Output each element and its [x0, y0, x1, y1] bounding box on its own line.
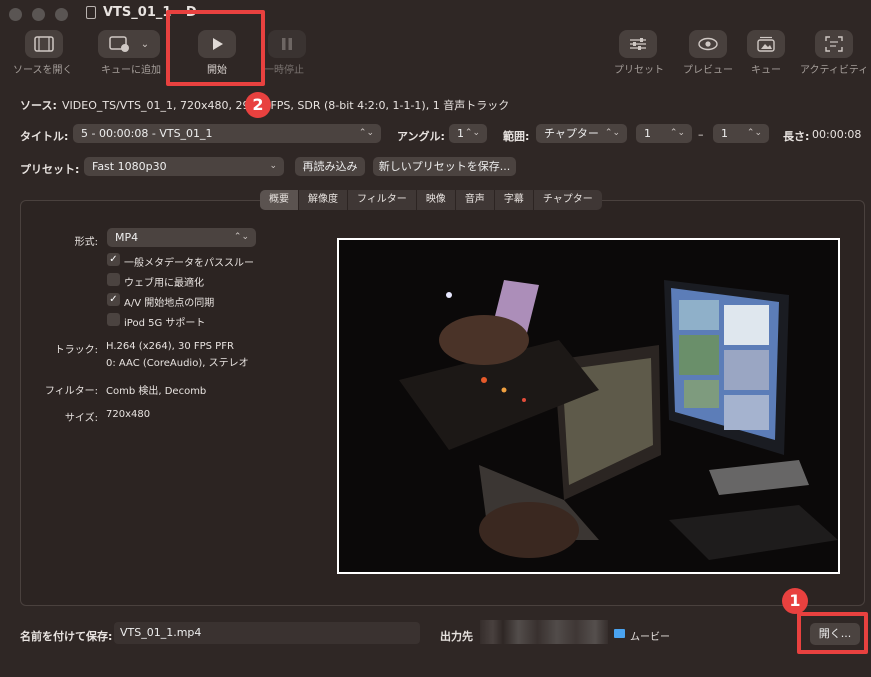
format-label: 形式: — [74, 237, 98, 248]
highlight-start-button — [166, 10, 265, 86]
range-dash: – — [698, 128, 704, 141]
queue-label: キュー — [751, 65, 781, 76]
tab-chapters[interactable]: チャプター — [534, 190, 602, 210]
document-icon — [86, 6, 96, 19]
preset-label: プリセット: — [20, 163, 80, 176]
queue-icon — [757, 36, 775, 52]
film-icon — [34, 36, 54, 52]
activity-button[interactable] — [815, 30, 853, 58]
updown-chevron-icon: ⌃⌄ — [358, 128, 374, 138]
passthru-metadata-checkbox[interactable]: ✓ — [107, 253, 120, 266]
title-select-value: 5 - 00:00:08 - VTS_01_1 — [81, 127, 213, 140]
updown-chevron-icon: ⌃⌄ — [746, 128, 762, 138]
tracks-line-video: H.264 (x264), 30 FPS PFR — [106, 341, 234, 352]
open-source-label: ソースを開く — [13, 65, 73, 76]
format-select[interactable]: MP4 ⌃⌄ — [107, 228, 256, 247]
duration-value: 00:00:08 — [812, 128, 862, 141]
highlight-open-button — [797, 612, 868, 654]
preview-label: プレビュー — [683, 65, 733, 76]
presets-button[interactable] — [619, 30, 657, 58]
av-align-label: A/V 開始地点の同期 — [124, 298, 215, 309]
range-start-select[interactable]: 1 ⌃⌄ — [636, 124, 692, 143]
web-optimize-checkbox[interactable] — [107, 273, 120, 286]
preset-select[interactable]: Fast 1080p30 ⌄ — [84, 157, 284, 176]
web-optimize-label: ウェブ用に最適化 — [124, 278, 204, 289]
range-type-value: チャプター — [544, 127, 599, 140]
preset-select-value: Fast 1080p30 — [92, 160, 167, 173]
title-label: タイトル: — [20, 130, 69, 143]
settings-tabs: 概要 解像度 フィルター 映像 音声 字幕 チャプター — [260, 190, 602, 210]
updown-chevron-icon: ⌃⌄ — [669, 128, 685, 138]
chevron-down-icon: ⌄ — [140, 38, 150, 50]
source-info: VIDEO_TS/VTS_01_1, 720x480, 29.97 FPS, S… — [62, 99, 510, 112]
filters-value: Comb 検出, Decomb — [106, 386, 207, 397]
tab-subtitles[interactable]: 字幕 — [495, 190, 534, 210]
size-label: サイズ: — [64, 413, 98, 424]
ipod-support-label: iPod 5G サポート — [124, 318, 206, 329]
range-label: 範囲: — [503, 130, 530, 143]
step-badge-1: 1 — [782, 588, 808, 614]
format-select-value: MP4 — [115, 231, 139, 244]
destination-folder[interactable]: ムービー — [630, 628, 670, 643]
angle-select[interactable]: 1 ⌃⌄ — [449, 124, 487, 143]
eye-icon — [698, 37, 718, 51]
activity-icon — [825, 36, 843, 52]
filters-label: フィルター: — [44, 386, 98, 397]
sliders-icon — [630, 38, 646, 50]
pause-label: 一時停止 — [264, 65, 304, 76]
queue-button[interactable] — [747, 30, 785, 58]
add-to-queue-button[interactable]: ⌄ — [98, 30, 160, 58]
save-new-preset-button[interactable]: 新しいプリセットを保存... — [373, 157, 516, 176]
preview-image — [337, 238, 840, 574]
zoom-window-button[interactable] — [55, 8, 68, 21]
ipod-support-checkbox[interactable] — [107, 313, 120, 326]
add-to-queue-icon — [109, 36, 129, 52]
pause-icon — [282, 38, 292, 50]
destination-path-blurred — [480, 620, 608, 644]
duration-label: 長さ: — [783, 130, 810, 143]
save-as-label: 名前を付けて保存: — [20, 630, 113, 643]
filename-field[interactable]: VTS_01_1.mp4 — [114, 622, 420, 644]
updown-chevron-icon: ⌃⌄ — [464, 128, 480, 138]
open-source-button[interactable] — [25, 30, 63, 58]
title-select[interactable]: 5 - 00:00:08 - VTS_01_1 ⌃⌄ — [73, 124, 381, 143]
tab-dimensions[interactable]: 解像度 — [299, 190, 348, 210]
pause-button[interactable] — [268, 30, 306, 58]
tab-summary[interactable]: 概要 — [260, 190, 299, 210]
range-end-select[interactable]: 1 ⌃⌄ — [713, 124, 769, 143]
tracks-label: トラック: — [54, 345, 98, 356]
step-badge-2: 2 — [245, 92, 271, 118]
reload-preset-button[interactable]: 再読み込み — [295, 157, 365, 176]
folder-icon — [614, 629, 625, 638]
size-value: 720x480 — [106, 409, 151, 420]
av-align-checkbox[interactable]: ✓ — [107, 293, 120, 306]
passthru-metadata-label: 一般メタデータをパススルー — [124, 258, 254, 269]
updown-chevron-icon: ⌃⌄ — [233, 232, 249, 242]
activity-label: アクティビティ — [800, 65, 869, 76]
range-start-value: 1 — [644, 127, 651, 140]
source-label: ソース: — [20, 99, 57, 112]
angle-select-value: 1 — [457, 127, 464, 140]
tab-filters[interactable]: フィルター — [348, 190, 417, 210]
minimize-window-button[interactable] — [32, 8, 45, 21]
tab-video[interactable]: 映像 — [417, 190, 456, 210]
updown-chevron-icon: ⌃⌄ — [604, 128, 620, 138]
angle-label: アングル: — [397, 130, 445, 143]
range-type-select[interactable]: チャプター ⌃⌄ — [536, 124, 627, 143]
add-to-queue-label: キューに追加 — [101, 65, 161, 76]
presets-label: プリセット — [614, 65, 664, 76]
tab-audio[interactable]: 音声 — [456, 190, 495, 210]
preview-button[interactable] — [689, 30, 727, 58]
range-end-value: 1 — [721, 127, 728, 140]
close-window-button[interactable] — [9, 8, 22, 21]
preview-scene-illustration — [339, 240, 838, 572]
destination-label: 出力先 — [440, 630, 473, 643]
tracks-line-audio: 0: AAC (CoreAudio), ステレオ — [106, 358, 249, 369]
chevron-down-icon: ⌄ — [269, 161, 277, 171]
